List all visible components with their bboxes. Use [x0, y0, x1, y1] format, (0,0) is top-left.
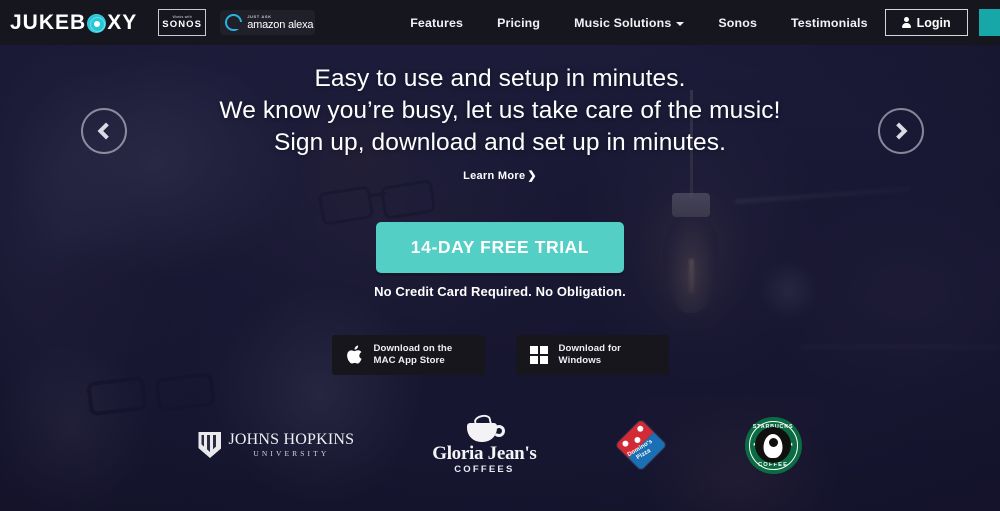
logo-text-before: JUKEB	[10, 10, 87, 34]
free-trial-button[interactable]: 14-DAY FREE TRIAL	[375, 222, 625, 273]
nav-item-features[interactable]: Features	[393, 16, 480, 30]
headline-line-3: Sign up, download and set up in minutes.	[273, 129, 727, 156]
nav-label: Music Solutions	[574, 15, 672, 30]
cta-wrapper: 14-DAY FREE TRIAL	[0, 222, 1000, 273]
chevron-left-icon	[97, 122, 115, 140]
gloria-jeans-line-1: Gloria Jean's	[432, 443, 537, 464]
johns-hopkins-line-1: JOHNS HOPKINS	[228, 431, 355, 449]
windows-line-1: Download for	[558, 342, 621, 354]
trial-disclaimer: No Credit Card Required. No Obligation.	[374, 284, 626, 299]
carousel-prev-button[interactable]	[81, 108, 127, 154]
login-button[interactable]: Login	[884, 9, 968, 36]
nav-label: Sonos	[718, 15, 757, 30]
mac-store-label: Download on the MAC App Store	[374, 343, 453, 368]
windows-download-label: Download for Windows	[559, 343, 622, 368]
client-logo-gloria-jeans: Gloria Jean's COFFEES	[432, 413, 537, 475]
johns-hopkins-wordmark: JOHNS HOPKINS UNIVERSITY	[228, 432, 354, 458]
chevron-right-icon: ❯	[527, 170, 537, 182]
client-logo-dominos: Domino's Pizza	[615, 419, 667, 471]
download-buttons: Download on the MAC App Store Download f…	[0, 335, 1000, 375]
hero-headline: Easy to use and setup in minutes. We kno…	[0, 63, 1000, 159]
alexa-badge-small-text: JUST ASK	[247, 13, 272, 19]
brand-area: JUKEB XY Works with SONOS JUST ASK amazo…	[0, 9, 316, 36]
nav-label: Pricing	[497, 15, 541, 30]
windows-line-2: Windows	[558, 355, 602, 366]
carousel-next-button[interactable]	[878, 108, 924, 154]
alexa-badge-text: JUST ASK amazon alexa	[247, 13, 314, 31]
sonos-badge-main-text: SONOS	[162, 19, 203, 30]
johns-hopkins-line-2: UNIVERSITY	[253, 449, 330, 459]
nav-label: Features	[410, 15, 464, 30]
vinyl-record-icon	[87, 14, 107, 33]
coffee-cup-icon	[461, 413, 507, 442]
header-actions: Login Sign Up	[884, 9, 1000, 36]
nav-item-pricing[interactable]: Pricing	[480, 16, 557, 30]
johns-hopkins-shield-icon	[198, 432, 222, 458]
mac-store-line-2: MAC App Store	[373, 355, 445, 366]
nav-item-testimonials[interactable]: Testimonials	[774, 16, 885, 30]
login-button-label: Login	[916, 15, 951, 30]
starbucks-siren-icon	[763, 433, 783, 458]
signup-button[interactable]: Sign Up	[978, 9, 1000, 36]
windows-icon	[529, 346, 548, 364]
client-logo-starbucks: STARBUCKS COFFEE ★ ★	[744, 416, 802, 474]
learn-more-label: Learn More	[463, 170, 526, 182]
nav-label: Testimonials	[791, 15, 868, 30]
headline-line-1: Easy to use and setup in minutes.	[314, 65, 686, 92]
mac-store-line-1: Download on the	[373, 342, 453, 354]
hero-content: Easy to use and setup in minutes. We kno…	[0, 45, 1000, 511]
alexa-badge-main-text: amazon alexa	[247, 18, 314, 31]
mac-app-store-button[interactable]: Download on the MAC App Store	[331, 335, 485, 375]
user-icon	[901, 17, 911, 28]
chevron-down-icon	[676, 21, 685, 26]
primary-nav: Features Pricing Music Solutions Sonos T…	[393, 16, 884, 30]
amazon-alexa-badge: JUST ASK amazon alexa	[220, 10, 316, 35]
hero-section: Easy to use and setup in minutes. We kno…	[0, 45, 1000, 511]
landing-page: JUKEB XY Works with SONOS JUST ASK amazo…	[0, 0, 1000, 511]
sonos-badge: Works with SONOS	[158, 9, 207, 36]
apple-icon	[346, 345, 362, 364]
starbucks-siren-disc	[755, 427, 792, 463]
nav-item-sonos[interactable]: Sonos	[701, 16, 774, 30]
chevron-right-icon	[890, 122, 908, 140]
nav-item-music-solutions[interactable]: Music Solutions	[557, 16, 701, 30]
site-header: JUKEB XY Works with SONOS JUST ASK amazo…	[0, 0, 1000, 45]
jukeboxy-logo[interactable]: JUKEB XY	[10, 11, 137, 35]
logo-text-after: XY	[107, 10, 138, 34]
learn-more-link[interactable]: Learn More ❯	[0, 169, 1000, 182]
client-logos-row: JOHNS HOPKINS UNIVERSITY Gloria Jean's C…	[0, 405, 1000, 485]
headline-line-2: We know you’re busy, let us take care of…	[219, 97, 781, 124]
alexa-ring-icon	[225, 14, 243, 31]
gloria-jeans-line-2: COFFEES	[454, 464, 515, 475]
client-logo-johns-hopkins: JOHNS HOPKINS UNIVERSITY	[198, 432, 354, 458]
windows-download-button[interactable]: Download for Windows	[515, 335, 669, 375]
